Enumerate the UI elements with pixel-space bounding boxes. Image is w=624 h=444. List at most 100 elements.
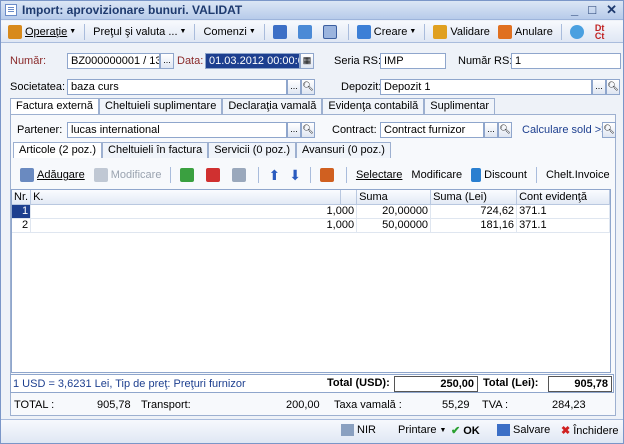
tva-label: TVA : xyxy=(482,399,509,411)
societatea-browse-button[interactable]: ... xyxy=(287,79,301,95)
col-suma-lei[interactable]: Suma (Lei) xyxy=(430,190,518,205)
main-toolbar: Operaţie ▼ Preţul şi valuta ... ▼ Comenzi ▼… xyxy=(1,21,623,43)
contract-field[interactable]: Contract furnizor xyxy=(380,122,484,138)
salvare-button[interactable]: Salvare xyxy=(497,424,550,436)
anulare-button[interactable]: Anulare xyxy=(495,23,556,41)
partener-label: Partener: xyxy=(17,124,63,136)
partener-search-button[interactable]: 🔍︎ xyxy=(301,122,315,138)
import-window: Import: aprovizionare bunuri. VALIDAT _ … xyxy=(0,0,624,444)
calculare-sold-search-button[interactable]: 🔍︎ xyxy=(602,122,616,138)
modificare-disabled-button[interactable]: Modificare xyxy=(91,166,165,184)
chelt-invoice-button[interactable]: Chelt.Invoice xyxy=(543,166,613,184)
col-cont-evidenta[interactable]: Cont evidenţă xyxy=(516,190,610,205)
row-nr: 1 xyxy=(12,204,32,219)
taxa-vamala-value: 55,29 xyxy=(442,399,470,411)
total-usd-value: 250,00 xyxy=(394,376,478,392)
calendar-icon xyxy=(322,24,337,39)
row-suma: 20,00000 xyxy=(356,204,432,219)
calendar-picker-button[interactable]: ▦ xyxy=(300,53,314,69)
partener-field[interactable]: lucas international xyxy=(67,122,287,138)
articles-grid[interactable]: Nr. K. Suma Suma (Lei) Cont evidenţă 1 1… xyxy=(11,189,611,373)
ok-button[interactable]: ✔ OK xyxy=(451,424,480,438)
operatie-menu[interactable]: Operaţie ▼ xyxy=(5,23,79,41)
add-icon xyxy=(20,168,34,182)
depozit-field[interactable]: Depozit 1 xyxy=(380,79,592,95)
calculare-sold-link[interactable]: Calculare sold >> xyxy=(522,124,608,136)
depozit-label: Depozit: xyxy=(341,81,382,93)
back-button[interactable] xyxy=(270,23,293,41)
delete-row-button[interactable] xyxy=(203,166,226,184)
title-bar: Import: aprovizionare bunuri. VALIDAT _ … xyxy=(1,1,623,20)
tab-factura-externa[interactable]: Factura externă xyxy=(10,98,100,114)
tab-avansuri[interactable]: Avansuri (0 poz.) xyxy=(296,142,391,158)
depozit-browse-button[interactable]: ... xyxy=(592,79,606,95)
numar-field[interactable]: BZ000000001 / 13 xyxy=(67,53,160,69)
tab-cheltuieli-factura[interactable]: Cheltuieli în factura xyxy=(102,142,209,158)
edit-icon xyxy=(93,168,108,182)
pretul-menu[interactable]: Preţul şi valuta ... ▼ xyxy=(90,23,189,41)
tab-articole[interactable]: Articole (2 poz.) xyxy=(13,142,103,158)
move-up-button[interactable]: ⬆ xyxy=(265,166,283,184)
book-icon xyxy=(319,168,334,182)
grid-toolbar: Adăugare Modificare ⬆ ⬇ Selectare Modifi… xyxy=(17,165,613,185)
main-tabs: Factura externă Cheltuieli suplimentare … xyxy=(10,98,495,114)
tva-value: 284,23 xyxy=(552,399,586,411)
table-row[interactable]: 2 1,000 50,00000 181,16 371.1 xyxy=(12,218,610,233)
check-icon: ✔ xyxy=(451,425,461,437)
depozit-search-button[interactable]: 🔍︎ xyxy=(606,79,620,95)
row-cont: 371.1 xyxy=(516,204,610,219)
discount-button[interactable]: Discount xyxy=(468,166,530,184)
row-suma-lei: 724,62 xyxy=(430,204,518,219)
bird-icon xyxy=(569,24,584,39)
table-row[interactable]: 1 1,000 20,00000 724,62 371.1 xyxy=(12,204,610,219)
tab-servicii[interactable]: Servicii (0 poz.) xyxy=(208,142,296,158)
nir-button[interactable]: NIR xyxy=(341,424,376,436)
adaugare-button[interactable]: Adăugare xyxy=(17,166,88,184)
tab-declaratia-vamala[interactable]: Declaraţia vamală xyxy=(222,98,323,114)
inchidere-button[interactable]: ✖ Închidere xyxy=(561,424,618,438)
tab-suplimentar[interactable]: Suplimentar xyxy=(424,98,495,114)
minimize-button[interactable]: _ xyxy=(571,2,578,18)
col-blank[interactable] xyxy=(340,190,358,205)
modificare-button[interactable]: Modificare xyxy=(408,166,465,184)
add-row-icon xyxy=(180,168,195,182)
dt-ct-button[interactable]: Dt Ct xyxy=(592,23,608,41)
maximize-button[interactable]: □ xyxy=(588,2,596,18)
data-label: Data: xyxy=(177,55,204,67)
refresh-button[interactable] xyxy=(295,23,318,41)
validare-button[interactable]: Validare xyxy=(430,23,493,41)
societatea-field[interactable]: baza curs xyxy=(67,79,287,95)
copy-icon xyxy=(232,168,247,182)
col-suma[interactable]: Suma xyxy=(356,190,432,205)
col-nr[interactable]: Nr. xyxy=(12,190,32,205)
dt-ct-icon: Dt Ct xyxy=(594,22,605,41)
tab-cheltuieli-suplimentare[interactable]: Cheltuieli suplimentare xyxy=(99,98,223,114)
copy-row-button[interactable] xyxy=(229,166,252,184)
col-k[interactable]: K. xyxy=(30,190,342,205)
numar-rs-field[interactable]: 1 xyxy=(511,53,621,69)
discount-icon xyxy=(471,168,482,182)
comenzi-menu[interactable]: Comenzi ▼ xyxy=(200,23,258,41)
seria-rs-field[interactable]: IMP xyxy=(380,53,446,69)
societatea-label: Societatea: xyxy=(10,81,66,93)
printare-button[interactable]: Printare ▼ xyxy=(398,424,446,436)
help-button[interactable] xyxy=(567,23,590,41)
numar-browse-button[interactable]: ... xyxy=(160,53,174,69)
creare-menu[interactable]: Creare ▼ xyxy=(354,23,420,41)
arrow-down-icon: ⬇ xyxy=(289,166,301,183)
create-icon xyxy=(356,24,371,39)
partener-browse-button[interactable]: ... xyxy=(287,122,301,138)
close-button[interactable]: ✕ xyxy=(606,2,617,18)
selectare-button[interactable]: Selectare xyxy=(353,166,405,184)
add-row-button[interactable] xyxy=(177,166,200,184)
contract-browse-button[interactable]: ... xyxy=(484,122,498,138)
societatea-search-button[interactable]: 🔍︎ xyxy=(301,79,315,95)
row-suma: 50,00000 xyxy=(356,218,432,233)
calendar-button[interactable] xyxy=(320,23,343,41)
book-button[interactable] xyxy=(317,166,340,184)
data-field[interactable]: 01.03.2012 00:00:00 xyxy=(205,53,300,69)
taxa-vamala-label: Taxa vamală : xyxy=(334,399,402,411)
tab-evidenta-contabila[interactable]: Evidenţa contabilă xyxy=(322,98,425,114)
move-down-button[interactable]: ⬇ xyxy=(286,166,304,184)
contract-search-button[interactable]: 🔍︎ xyxy=(498,122,512,138)
